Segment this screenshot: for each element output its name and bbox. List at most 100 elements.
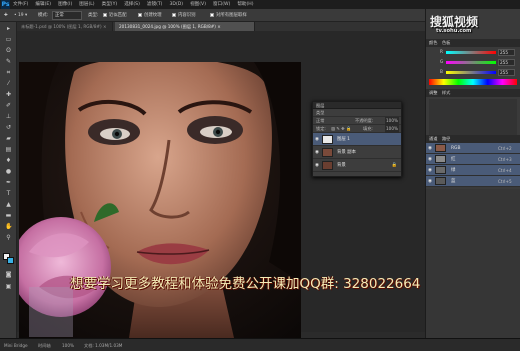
lock-icons[interactable]: ▨ ✎ ✥ 🔒: [331, 125, 351, 133]
tab-paths[interactable]: 路径: [439, 136, 450, 141]
layer-row[interactable]: ◉ 图层 1: [313, 133, 401, 146]
sample-all-layers-label: 对所有图层取样: [216, 13, 247, 18]
tab-photo[interactable]: 20130831_0024.jpg @ 100% (图层 1, RGB/8#) …: [115, 22, 255, 31]
opacity-label: 不透明度:: [355, 118, 374, 123]
layer-row[interactable]: ◉ 背景 副本: [313, 146, 401, 159]
eye-icon[interactable]: ◉: [428, 179, 432, 184]
create-texture-option[interactable]: 创建纹理: [138, 11, 162, 20]
menu-file[interactable]: 文件(F): [13, 0, 28, 9]
eye-icon[interactable]: ◉: [428, 168, 432, 173]
eye-icon[interactable]: ◉: [315, 150, 319, 155]
path-select-tool-icon[interactable]: ▲: [5, 202, 12, 208]
proximity-match-option[interactable]: 近似匹配: [103, 11, 127, 20]
content-aware-label: 内容识别: [178, 13, 196, 18]
tab-swatches[interactable]: 色板: [439, 40, 450, 45]
tab-untitled[interactable]: 未标题-1.psd @ 100% (图层 1, RGB/8#) ×: [17, 22, 113, 31]
status-bar: Mini Bridge 时间轴 100% 文档: 1.03M/1.03M: [0, 338, 520, 351]
channel-row-rgb[interactable]: ◉ RGB Ctrl+2: [426, 143, 520, 154]
menu-help[interactable]: 帮助(H): [237, 0, 253, 9]
layer-row[interactable]: ◉ 背景 🔒: [313, 159, 401, 172]
pen-tool-icon[interactable]: ✒: [5, 180, 12, 186]
tab-styles[interactable]: 样式: [439, 90, 450, 95]
menu-layer[interactable]: 图层(L): [79, 0, 94, 9]
mini-bridge-tab[interactable]: Mini Bridge: [4, 339, 28, 351]
color-spectrum-bar[interactable]: [429, 79, 517, 85]
layer-name: 背景 副本: [337, 150, 356, 155]
marquee-tool-icon[interactable]: ▭: [5, 37, 12, 43]
type-label: 类型:: [88, 13, 99, 18]
channels-panel-empty-area: [426, 189, 520, 339]
slider-red-track[interactable]: [446, 51, 496, 54]
brush-size-picker[interactable]: • 19 ▾: [14, 11, 27, 20]
quick-mask-icon[interactable]: ◙: [5, 272, 12, 278]
slider-blue[interactable]: B 255: [440, 69, 519, 76]
mode-select[interactable]: 正常: [52, 11, 82, 20]
radio-icon: [138, 12, 142, 17]
eye-icon[interactable]: ◉: [428, 146, 432, 151]
healing-brush-icon[interactable]: ✚: [4, 11, 8, 20]
slider-green-value[interactable]: 255: [498, 59, 515, 66]
color-panel-tabs: 颜色 色板: [426, 39, 520, 47]
blend-mode-select[interactable]: 正常: [316, 118, 324, 123]
sample-all-layers-option[interactable]: 对所有图层取样: [210, 11, 247, 20]
slider-red[interactable]: R 255: [440, 49, 519, 56]
type-tool-icon[interactable]: T: [5, 191, 12, 197]
tab-channels[interactable]: 通道: [426, 136, 437, 141]
shape-tool-icon[interactable]: ▬: [5, 213, 12, 219]
history-brush-tool-icon[interactable]: ↺: [5, 125, 12, 131]
slider-blue-track[interactable]: [446, 71, 496, 74]
adjustments-body: [429, 99, 517, 135]
slider-green-track[interactable]: [446, 61, 496, 64]
eye-icon[interactable]: ◉: [315, 163, 319, 168]
slider-green[interactable]: G 255: [440, 59, 519, 66]
hand-tool-icon[interactable]: ✋: [5, 224, 12, 230]
healing-brush-tool-icon[interactable]: ✚: [5, 92, 12, 98]
layer-kind-label[interactable]: 类型: [316, 110, 324, 115]
background-color-swatch[interactable]: [7, 257, 14, 264]
tool-bar: ▸ ▭ ʘ ✎ ⌗ ⁄ ✚ ✐ ⊥ ↺ ▰ ▤ ♦ ● ✒ T ▲ ▬ ✋ ⚲ …: [0, 22, 17, 338]
menu-type[interactable]: 类型(Y): [102, 0, 118, 9]
crop-tool-icon[interactable]: ⌗: [5, 70, 12, 76]
eraser-tool-icon[interactable]: ▰: [5, 136, 12, 142]
channel-row-red[interactable]: ◉ 红 Ctrl+3: [426, 154, 520, 165]
channel-name: 蓝: [451, 179, 456, 184]
eyedropper-tool-icon[interactable]: ⁄: [5, 81, 12, 87]
timeline-tab[interactable]: 时间轴: [38, 339, 51, 351]
content-aware-option[interactable]: 内容识别: [172, 11, 196, 20]
slider-red-value[interactable]: 255: [498, 49, 515, 56]
layer-thumbnail: [322, 148, 333, 157]
channel-shortcut: Ctrl+3: [498, 157, 512, 162]
fill-input[interactable]: 100%: [385, 125, 399, 133]
brush-tool-icon[interactable]: ✐: [5, 103, 12, 109]
zoom-level[interactable]: 100%: [62, 339, 74, 351]
dodge-tool-icon[interactable]: ●: [5, 169, 12, 175]
move-tool-icon[interactable]: ▸: [5, 26, 12, 32]
clone-stamp-tool-icon[interactable]: ⊥: [5, 114, 12, 120]
gradient-tool-icon[interactable]: ▤: [5, 147, 12, 153]
menu-image[interactable]: 图像(I): [58, 0, 72, 9]
menu-edit[interactable]: 编辑(E): [35, 0, 51, 9]
canvas-photo[interactable]: [19, 62, 301, 338]
menu-select[interactable]: 选择(S): [124, 0, 140, 9]
zoom-tool-icon[interactable]: ⚲: [5, 235, 12, 241]
eye-icon[interactable]: ◉: [428, 157, 432, 162]
menu-filter[interactable]: 滤镜(T): [147, 0, 163, 9]
channel-row-blue[interactable]: ◉ 蓝 Ctrl+5: [426, 176, 520, 187]
opacity-input[interactable]: 100%: [385, 117, 399, 125]
screen-mode-icon[interactable]: ▣: [5, 284, 12, 290]
eye-icon[interactable]: ◉: [315, 137, 319, 142]
channel-name: 绿: [451, 168, 456, 173]
layers-tab[interactable]: 图层: [313, 103, 324, 108]
channel-row-green[interactable]: ◉ 绿 Ctrl+4: [426, 165, 520, 176]
tab-adjustments[interactable]: 调整: [426, 90, 437, 95]
slider-blue-value[interactable]: 255: [498, 69, 515, 76]
tab-color[interactable]: 颜色: [426, 40, 437, 45]
menu-view[interactable]: 视图(V): [190, 0, 206, 9]
menu-window[interactable]: 窗口(W): [213, 0, 230, 9]
menu-3d[interactable]: 3D(D): [169, 0, 183, 9]
overlay-logo-watermark: [29, 287, 73, 337]
quick-select-tool-icon[interactable]: ✎: [5, 59, 12, 65]
lasso-tool-icon[interactable]: ʘ: [5, 48, 12, 54]
slider-green-label: G: [440, 59, 444, 64]
blur-tool-icon[interactable]: ♦: [5, 158, 12, 164]
